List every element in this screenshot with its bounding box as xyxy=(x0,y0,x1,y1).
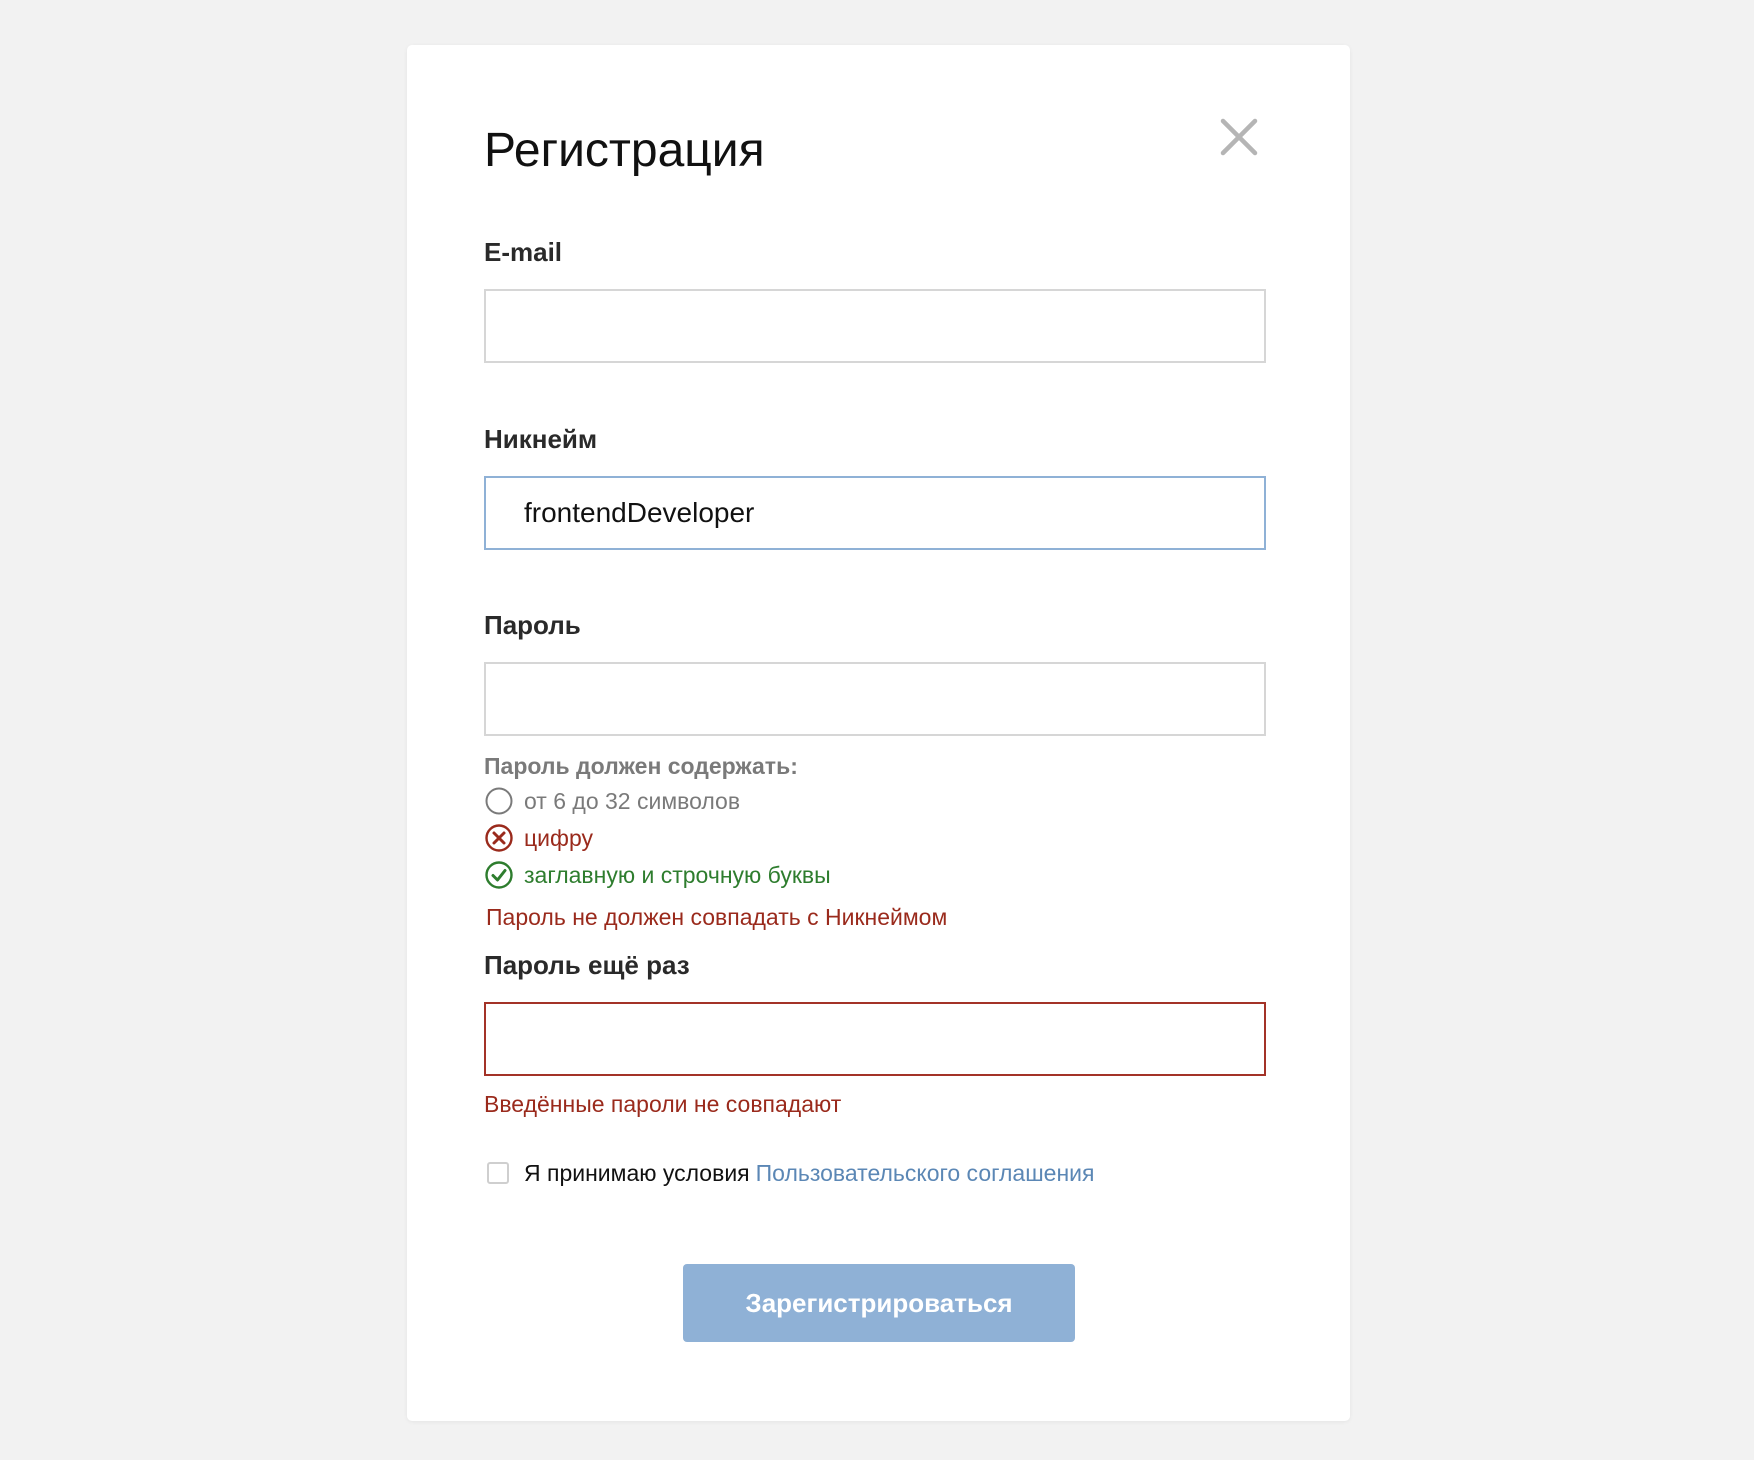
nickname-label: Никнейм xyxy=(484,424,598,454)
requirement-digit: цифру xyxy=(484,822,593,854)
email-label: E-mail xyxy=(484,237,563,267)
agreement-checkbox[interactable] xyxy=(487,1162,509,1184)
dialog-title: Регистрация xyxy=(484,124,765,177)
check-circle-icon xyxy=(484,860,514,890)
password-repeat-error: Введённые пароли не совпадают xyxy=(484,1091,842,1117)
requirement-case: заглавную и строчную буквы xyxy=(484,859,831,891)
password-requirements-title: Пароль должен содержать: xyxy=(484,753,798,779)
registration-dialog: Регистрация E-mail Никнейм Пароль Пароль… xyxy=(407,45,1350,1421)
requirement-text: цифру xyxy=(524,825,593,851)
user-agreement-link[interactable]: Пользовательского соглашения xyxy=(756,1160,1095,1187)
password-repeat-field[interactable] xyxy=(484,1002,1266,1076)
requirement-text: заглавную и строчную буквы xyxy=(524,862,831,888)
agreement-text: Я принимаю условия xyxy=(524,1159,750,1186)
requirement-length: от 6 до 32 символов xyxy=(484,785,740,817)
requirement-text: от 6 до 32 символов xyxy=(524,788,741,814)
password-label: Пароль xyxy=(484,610,581,640)
nickname-field[interactable] xyxy=(484,476,1266,550)
x-circle-icon xyxy=(484,823,514,853)
register-button[interactable]: Зарегистрироваться xyxy=(683,1264,1075,1342)
password-repeat-label: Пароль ещё раз xyxy=(484,950,690,980)
empty-circle-icon xyxy=(484,786,514,816)
agreement-row: Я принимаю условия Пользовательского сог… xyxy=(487,1156,1094,1190)
password-field[interactable] xyxy=(484,662,1266,736)
password-error: Пароль не должен совпадать с Никнеймом xyxy=(486,904,948,930)
close-icon[interactable] xyxy=(1215,113,1263,161)
email-field[interactable] xyxy=(484,289,1266,363)
